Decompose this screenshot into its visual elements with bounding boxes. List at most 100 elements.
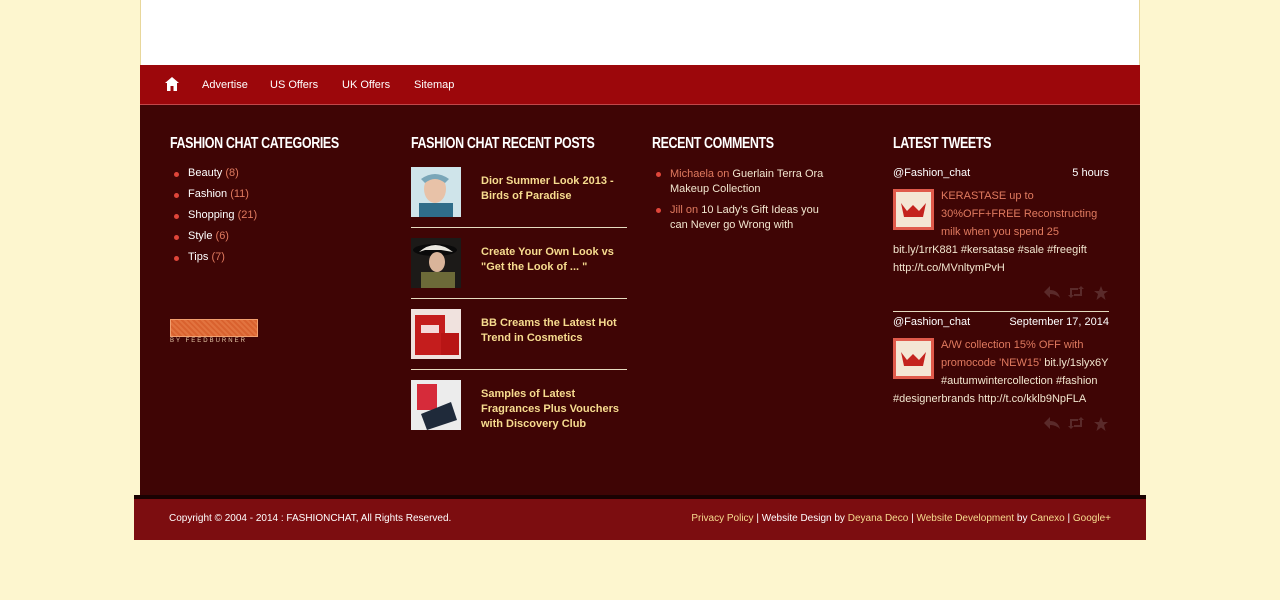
latest-tweets-widget: Latest Tweets @Fashion_chat 5 hours KERA…	[893, 135, 1109, 436]
category-item[interactable]: Beauty (8)	[170, 167, 386, 188]
categories-widget: Fashion Chat Categories Beauty (8) Fashi…	[170, 135, 386, 272]
category-count: (21)	[237, 209, 258, 221]
retweet-icon[interactable]	[1067, 416, 1085, 430]
tweet-item: @Fashion_chat September 17, 2014 A/W col…	[893, 316, 1109, 436]
tweet-handle[interactable]: @Fashion_chat	[893, 167, 970, 179]
tweet-header: @Fashion_chat 5 hours	[893, 167, 1109, 187]
recent-comments-widget: Recent Comments Michaela on Guerlain Ter…	[652, 135, 868, 239]
design-text: Website Design by	[761, 513, 845, 524]
tweet-time[interactable]: September 17, 2014	[1009, 316, 1109, 328]
bullet-icon	[174, 256, 179, 261]
feedburner-label: BY FEEDBURNER	[170, 338, 247, 344]
category-label[interactable]: Beauty	[188, 167, 222, 179]
post-thumbnail[interactable]	[411, 167, 461, 217]
post-thumbnail[interactable]	[411, 380, 461, 430]
comment-on-text: on	[717, 168, 730, 180]
nav-uk-offers[interactable]: UK Offers	[342, 79, 390, 91]
favorite-icon[interactable]	[1093, 416, 1109, 432]
tweet-actions	[893, 416, 1109, 436]
category-count: (11)	[230, 188, 249, 200]
recent-posts-list: Dior Summer Look 2013 - Birds of Paradis…	[411, 167, 627, 451]
favorite-icon[interactable]	[1093, 285, 1109, 301]
tweet-text: KERASTASE up to 30%OFF+FREE Reconstructi…	[893, 187, 1109, 277]
bullet-icon	[174, 214, 179, 219]
nav-sitemap[interactable]: Sitemap	[414, 79, 454, 91]
feedburner-badge[interactable]: BY FEEDBURNER	[170, 319, 258, 345]
tweet-actions	[893, 285, 1109, 305]
tweet-text: A/W collection 15% OFF with promocode 'N…	[893, 336, 1109, 408]
comment-item: Michaela on Guerlain Terra Ora Makeup Co…	[652, 167, 837, 197]
comment-item: Jill on 10 Lady's Gift Ideas you can Nev…	[652, 203, 837, 233]
avatar[interactable]	[893, 189, 934, 230]
post-thumbnail[interactable]	[411, 309, 461, 359]
tweet-item: @Fashion_chat 5 hours KERASTASE up to 30…	[893, 167, 1109, 312]
privacy-policy-link[interactable]: Privacy Policy	[691, 513, 753, 524]
category-label[interactable]: Fashion	[188, 188, 227, 200]
divider	[411, 369, 627, 370]
development-link[interactable]: Website Development	[916, 513, 1014, 524]
recent-comments-title: Recent Comments	[652, 135, 774, 152]
post-item: Dior Summer Look 2013 - Birds of Paradis…	[411, 167, 627, 238]
categories-title: Fashion Chat Categories	[170, 135, 339, 152]
tweet-list: @Fashion_chat 5 hours KERASTASE up to 30…	[893, 167, 1109, 436]
separator: |	[756, 513, 759, 524]
divider	[893, 311, 1109, 312]
post-title-link[interactable]: Create Your Own Look vs "Get the Look of…	[481, 245, 627, 275]
home-icon[interactable]	[164, 76, 180, 92]
separator: |	[1067, 513, 1071, 524]
category-item[interactable]: Tips (7)	[170, 251, 386, 272]
categories-list: Beauty (8) Fashion (11) Shopping (21) St…	[170, 167, 386, 272]
main-navigation: Advertise US Offers UK Offers Sitemap	[140, 65, 1140, 105]
post-title-link[interactable]: BB Creams the Latest Hot Trend in Cosmet…	[481, 316, 627, 346]
category-label[interactable]: Style	[188, 230, 212, 242]
tweet-handle[interactable]: @Fashion_chat	[893, 316, 970, 328]
nav-advertise[interactable]: Advertise	[202, 79, 248, 91]
header-banner	[140, 0, 1140, 65]
category-item[interactable]: Style (6)	[170, 230, 386, 251]
reply-icon[interactable]	[1043, 285, 1061, 299]
bullet-icon	[656, 208, 661, 213]
post-item: BB Creams the Latest Hot Trend in Cosmet…	[411, 309, 627, 380]
google-plus-link[interactable]: Google+	[1073, 513, 1111, 524]
bullet-icon	[174, 235, 179, 240]
tweet-rest[interactable]: bit.ly/1rrK881 #kersatase #sale #freegif…	[893, 244, 1087, 274]
comment-author-link[interactable]: Jill	[670, 204, 683, 216]
category-item[interactable]: Shopping (21)	[170, 209, 386, 230]
designer-link[interactable]: Deyana Deco	[848, 513, 909, 524]
by-text: by	[1016, 513, 1028, 524]
comments-list: Michaela on Guerlain Terra Ora Makeup Co…	[652, 167, 837, 233]
reply-icon[interactable]	[1043, 416, 1061, 430]
category-label[interactable]: Tips	[188, 251, 208, 263]
footer-links: Privacy Policy | Website Design by Deyan…	[691, 513, 1111, 524]
tweet-highlight[interactable]: KERASTASE up to 30%OFF+FREE Reconstructi…	[941, 190, 1097, 238]
post-item: Create Your Own Look vs "Get the Look of…	[411, 238, 627, 309]
tweet-time[interactable]: 5 hours	[1072, 167, 1109, 179]
bullet-icon	[656, 172, 661, 177]
category-count: (8)	[225, 167, 239, 179]
avatar[interactable]	[893, 338, 934, 379]
category-label[interactable]: Shopping	[188, 209, 235, 221]
category-count: (6)	[215, 230, 229, 242]
divider	[411, 298, 627, 299]
recent-posts-widget: Fashion Chat Recent Posts Dior Summer Lo…	[411, 135, 627, 451]
site-footer: Copyright © 2004 - 2014 : FASHIONCHAT, A…	[134, 499, 1146, 540]
recent-posts-title: Fashion Chat Recent Posts	[411, 135, 595, 152]
comment-author-link[interactable]: Michaela	[670, 168, 714, 180]
retweet-icon[interactable]	[1067, 285, 1085, 299]
category-item[interactable]: Fashion (11)	[170, 188, 386, 209]
bullet-icon	[174, 172, 179, 177]
comment-on-text: on	[685, 204, 699, 216]
developer-link[interactable]: Canexo	[1030, 513, 1064, 524]
separator: |	[911, 513, 914, 524]
divider	[411, 227, 627, 228]
nav-us-offers[interactable]: US Offers	[270, 79, 318, 91]
bullet-icon	[174, 193, 179, 198]
post-thumbnail[interactable]	[411, 238, 461, 288]
latest-tweets-title: Latest Tweets	[893, 135, 991, 152]
copyright-text: Copyright © 2004 - 2014 : FASHIONCHAT, A…	[169, 513, 452, 524]
footer-widgets-area: Fashion Chat Categories Beauty (8) Fashi…	[140, 105, 1140, 495]
post-item: Samples of Latest Fragrances Plus Vouche…	[411, 380, 627, 451]
category-count: (7)	[211, 251, 225, 263]
post-title-link[interactable]: Samples of Latest Fragrances Plus Vouche…	[481, 387, 627, 432]
post-title-link[interactable]: Dior Summer Look 2013 - Birds of Paradis…	[481, 174, 627, 204]
